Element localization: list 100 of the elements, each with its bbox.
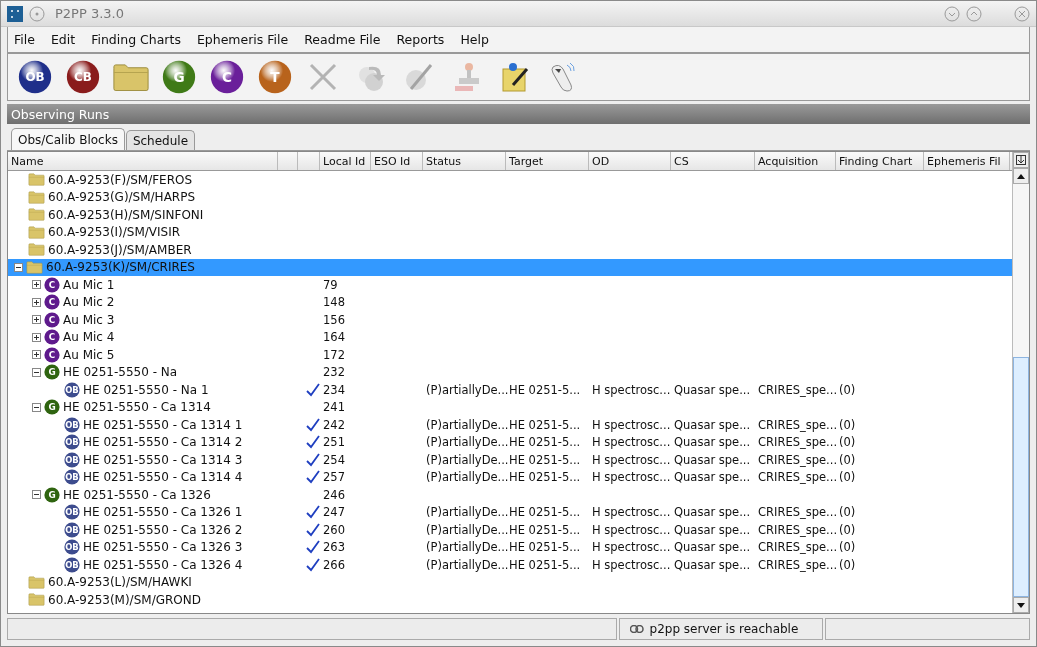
tree-row[interactable]: OB HE 0251-5550 - Ca 1314 4 257 (P)artiallyDe...HE 0251-5... H spectrosc... Quasar spe... CRIRES_spe... (0) — [8, 468, 1012, 486]
table-cell-text: CRIRES_spe... — [757, 417, 838, 432]
row-name: Au Mic 4 — [63, 330, 115, 345]
folder-icon — [28, 225, 45, 239]
table-cell-text: 263 — [322, 540, 345, 555]
table-cell-text: (P)artiallyDe... — [425, 417, 509, 432]
tree-row[interactable]: OB HE 0251-5550 - Ca 1326 1 247 (P)artiallyDe...HE 0251-5... H spectrosc... Quasar spe... CRIRES_spe... (0) — [8, 503, 1012, 521]
tab[interactable]: Schedule — [125, 130, 196, 150]
tree-row[interactable]: 60.A-9253(M)/SM/GROND — [8, 591, 1012, 609]
tree-row[interactable]: C Au Mic 4 164 — [8, 328, 1012, 346]
column-header[interactable]: ESO Id — [371, 152, 423, 170]
menu-item[interactable]: Finding Charts — [91, 30, 181, 49]
badge-icon: C — [44, 294, 60, 311]
expand-icon[interactable] — [32, 280, 41, 290]
column-header[interactable]: OD — [589, 152, 671, 170]
panel-header: Observing Runs — [7, 104, 1030, 124]
table-cell-text: 156 — [322, 312, 345, 327]
column-header[interactable]: Target — [506, 152, 589, 170]
table-cell-text: H spectrosc... — [591, 382, 671, 397]
row-name: HE 0251-5550 - Ca 1326 — [63, 487, 211, 502]
table-cell-text: (0) — [838, 470, 856, 485]
table-cell-text: (P)artiallyDe... — [425, 522, 509, 537]
table-cell-text: HE 0251-5... — [508, 505, 581, 520]
row-name: HE 0251-5550 - Ca 1326 3 — [83, 540, 243, 555]
table-cell-text: 246 — [322, 487, 345, 502]
table-cell-text: Quasar spe... — [673, 435, 751, 450]
tree-row[interactable]: OB HE 0251-5550 - Ca 1314 1 242 (P)artiallyDe...HE 0251-5... H spectrosc... Quasar spe... CRIRES_spe... (0) — [8, 416, 1012, 434]
tree-row[interactable]: C Au Mic 1 79 — [8, 276, 1012, 294]
table-cell-text: 232 — [322, 365, 345, 380]
tree-row[interactable]: C Au Mic 3 156 — [8, 311, 1012, 329]
create-button[interactable]: CB — [64, 58, 102, 96]
badge-icon: G — [44, 364, 60, 381]
tree-row[interactable]: G HE 0251-5550 - Ca 1326 246 — [8, 486, 1012, 504]
tree-row[interactable]: 60.A-9253(J)/SM/AMBER — [8, 241, 1012, 259]
tree-row[interactable]: 60.A-9253(G)/SM/HARPS — [8, 188, 1012, 206]
menu-item[interactable]: Ephemeris File — [196, 30, 289, 49]
tree-row[interactable]: OB HE 0251-5550 - Ca 1326 2 260 (P)artiallyDe...HE 0251-5... H spectrosc... Quasar spe... CRIRES_spe... (0) — [8, 521, 1012, 539]
table-cell-text: HE 0251-5... — [508, 522, 581, 537]
menu-item[interactable]: Edit — [50, 30, 76, 49]
folder-icon — [26, 260, 43, 274]
row-name: 60.A-9253(H)/SM/SINFONI — [48, 207, 204, 222]
tree-row[interactable]: 60.A-9253(H)/SM/SINFONI — [8, 206, 1012, 224]
row-name: HE 0251-5550 - Na 1 — [83, 382, 209, 397]
column-header[interactable]: Finding Chart — [836, 152, 924, 170]
column-header[interactable]: Ephemeris Fil — [924, 152, 1010, 170]
tree-row[interactable]: OB HE 0251-5550 - Ca 1314 2 251 (P)artiallyDe...HE 0251-5... H spectrosc... Quasar spe... CRIRES_spe... (0) — [8, 433, 1012, 451]
column-header[interactable]: Name — [8, 152, 278, 170]
expand-icon[interactable] — [32, 315, 41, 325]
menu-item[interactable]: Reports — [396, 30, 445, 49]
badge-icon: C — [44, 311, 60, 328]
scroll-down-button[interactable] — [1013, 597, 1029, 613]
table-cell-text: (0) — [838, 452, 856, 467]
row-name: 60.A-9253(K)/SM/CRIRES — [46, 260, 195, 275]
expand-icon[interactable] — [32, 350, 41, 360]
tree-row[interactable]: G HE 0251-5550 - Ca 1314 241 — [8, 398, 1012, 416]
table-cell-text: Quasar spe... — [673, 557, 751, 572]
menu-item[interactable]: Readme File — [304, 30, 381, 49]
row-name: HE 0251-5550 - Ca 1314 4 — [83, 470, 243, 485]
table-cell-text: HE 0251-5... — [508, 417, 581, 432]
column-header[interactable]: Status — [423, 152, 506, 170]
table-cell-text: 260 — [322, 522, 345, 537]
row-name: HE 0251-5550 - Ca 1314 2 — [83, 435, 243, 450]
expand-icon[interactable] — [32, 297, 41, 307]
tree-row[interactable]: G HE 0251-5550 - Na 232 — [8, 363, 1012, 381]
column-header[interactable]: Local Id — [320, 152, 371, 170]
table-cell-text: Quasar spe... — [673, 417, 751, 432]
scroll-up-button[interactable] — [1013, 168, 1029, 184]
table-cell-text: 257 — [322, 470, 345, 485]
column-header[interactable]: Acquisition — [755, 152, 836, 170]
badge-icon: G — [44, 399, 60, 416]
tree-row[interactable]: 60.A-9253(I)/SM/VISIR — [8, 223, 1012, 241]
tree-row[interactable]: 60.A-9253(L)/SM/HAWKI — [8, 573, 1012, 591]
tree-row[interactable]: OB HE 0251-5550 - Ca 1314 3 254 (P)artiallyDe...HE 0251-5... H spectrosc... Quasar spe... CRIRES_spe... (0) — [8, 451, 1012, 469]
table-cell-text: (P)artiallyDe... — [425, 435, 509, 450]
scrollbar-thumb[interactable] — [1013, 357, 1029, 597]
status-text: p2pp server is reachable — [649, 622, 799, 636]
menu-item[interactable]: File — [14, 30, 35, 49]
badge-icon: OB — [64, 556, 80, 573]
tree-row[interactable]: OB HE 0251-5550 - Ca 1326 4 266 (P)artiallyDe...HE 0251-5... H spectrosc... Quasar spe... CRIRES_spe... (0) — [8, 556, 1012, 574]
row-name: HE 0251-5550 - Ca 1326 2 — [83, 522, 243, 537]
table-cell-text: 254 — [322, 452, 345, 467]
table-cell-text: Quasar spe... — [673, 452, 751, 467]
create-button[interactable]: OB — [16, 58, 54, 96]
tree-row[interactable]: 60.A-9253(K)/SM/CRIRES — [8, 258, 1012, 276]
tree-row[interactable]: OB HE 0251-5550 - Na 1 234 (P)artiallyDe...HE 0251-5... H spectrosc... Quasar spe... CRIRES_spe... (0) — [8, 381, 1012, 399]
menu-item[interactable]: Help — [460, 30, 489, 49]
collapse-icon[interactable] — [32, 490, 41, 500]
collapse-icon[interactable] — [32, 402, 41, 412]
tree-row[interactable]: C Au Mic 2 148 — [8, 293, 1012, 311]
tree-row[interactable]: C Au Mic 5 172 — [8, 346, 1012, 364]
collapse-icon[interactable] — [14, 262, 23, 272]
collapse-icon[interactable] — [32, 367, 41, 377]
tree-row[interactable]: 60.A-9253(F)/SM/FEROS — [8, 171, 1012, 189]
column-chooser-button[interactable] — [1013, 152, 1029, 168]
table-cell-text: H spectrosc... — [591, 557, 671, 572]
column-header[interactable]: CS — [671, 152, 755, 170]
tree-row[interactable]: OB HE 0251-5550 - Ca 1326 3 263 (P)artiallyDe...HE 0251-5... H spectrosc... Quasar spe... CRIRES_spe... (0) — [8, 538, 1012, 556]
tab[interactable]: Obs/Calib Blocks — [11, 128, 125, 150]
table-cell-text: CRIRES_spe... — [757, 505, 838, 520]
expand-icon[interactable] — [32, 332, 41, 342]
